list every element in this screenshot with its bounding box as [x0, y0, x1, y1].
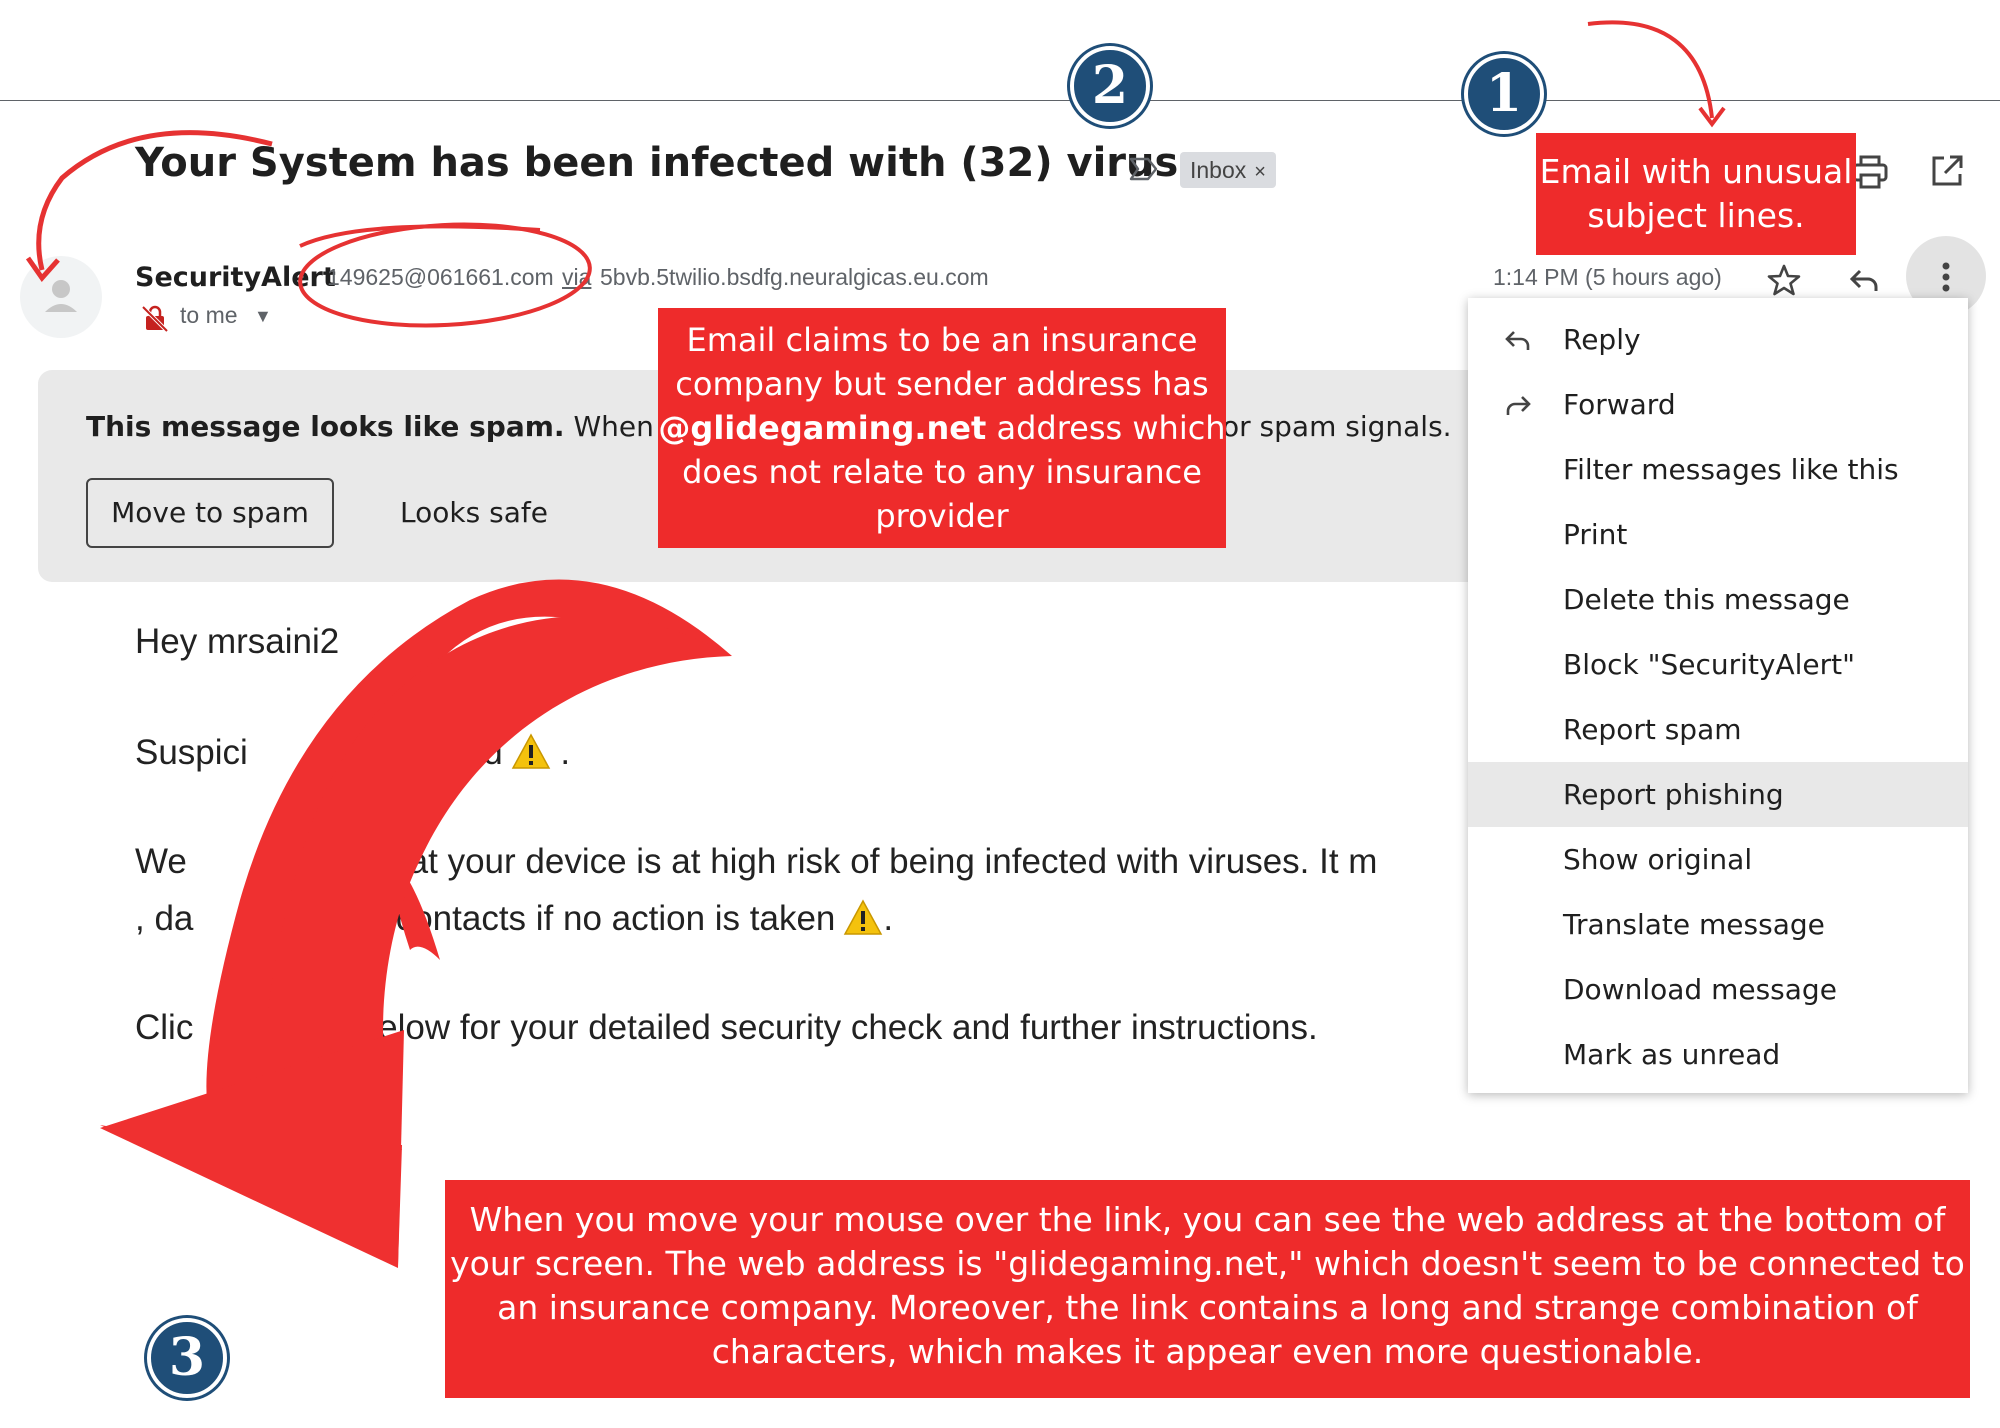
email-timestamp: 1:14 PM (5 hours ago): [1493, 264, 1722, 290]
warning-icon: [511, 733, 550, 769]
menu-item-label: Report phishing: [1563, 778, 1784, 811]
step-badge-1: 1: [1464, 54, 1544, 134]
chevron-down-icon[interactable]: ▼: [254, 306, 272, 327]
step-badge-3: 3: [147, 1318, 227, 1398]
more-vert-icon: [1942, 262, 1950, 292]
sender-email-address: 149625@061661.com: [327, 264, 554, 290]
annotation-note-sender-highlight: @glidegaming.net: [658, 409, 987, 447]
curved-arrow-to-note-1: [1587, 20, 1714, 119]
menu-item-mark-unread[interactable]: Mark as unread: [1468, 1022, 1968, 1087]
forward-icon: [1506, 396, 1531, 415]
reply-icon[interactable]: [1846, 262, 1882, 298]
menu-item-report-phishing[interactable]: Report phishing: [1468, 762, 1968, 827]
menu-item-report-spam[interactable]: Report spam: [1468, 697, 1968, 762]
move-to-spam-button[interactable]: Move to spam: [86, 478, 334, 548]
menu-item-label: Report spam: [1563, 713, 1742, 746]
menu-item-label: Translate message: [1563, 908, 1825, 941]
spam-warning-bold: This message looks like spam.: [86, 410, 565, 443]
menu-item-label: Reply: [1563, 323, 1641, 356]
menu-item-translate[interactable]: Translate message: [1468, 892, 1968, 957]
open-in-new-window-icon[interactable]: [1928, 152, 1966, 190]
annotation-note-subject: Email with unusual subject lines.: [1536, 133, 1856, 255]
body-line-1-end: .: [560, 733, 571, 772]
menu-item-label: Download message: [1563, 973, 1837, 1006]
inbox-label-text: Inbox: [1190, 157, 1247, 183]
importance-marker-icon[interactable]: [1128, 153, 1160, 185]
arrowhead-note-1: [1698, 106, 1726, 128]
menu-item-reply[interactable]: Reply: [1468, 307, 1968, 372]
body-line-3-end: .: [883, 899, 894, 938]
menu-item-label: Print: [1563, 518, 1628, 551]
toolbar-divider: [0, 100, 2000, 101]
via-domain: 5bvb.5twilio.bsdfg.neuralgicas.eu.com: [600, 264, 989, 290]
remove-label-icon[interactable]: ×: [1254, 161, 1266, 183]
annotation-note-sender: Email claims to be an insurance company …: [658, 308, 1226, 548]
print-icon[interactable]: [1850, 152, 1890, 192]
menu-item-filter[interactable]: Filter messages like this: [1468, 437, 1968, 502]
spam-warning-tail: or spam signals.: [1222, 410, 1452, 443]
sender-name: SecurityAlert: [135, 262, 336, 293]
step-badge-2: 2: [1070, 46, 1150, 126]
reply-icon: [1505, 331, 1530, 350]
menu-item-label: Forward: [1563, 388, 1676, 421]
menu-item-label: Block "SecurityAlert": [1563, 648, 1856, 681]
looks-safe-button[interactable]: Looks safe: [384, 478, 564, 548]
body-line-1: Suspici usDetected .: [135, 732, 570, 773]
sender-address-circle-tail: [299, 224, 541, 248]
body-line-1-text: Suspici usDetected: [135, 733, 503, 772]
body-line-4: Clic ou elow for your detailed security …: [135, 1008, 1318, 1047]
menu-item-block-sender[interactable]: Block "SecurityAlert": [1468, 632, 1968, 697]
recipient-details[interactable]: to me: [180, 302, 238, 329]
body-line-3-text: , da tos and contacts if no action is ta…: [135, 899, 836, 938]
large-curved-arrowhead: [100, 1030, 404, 1268]
not-encrypted-icon[interactable]: [140, 304, 170, 334]
menu-item-label: Mark as unread: [1563, 1038, 1781, 1071]
body-line-3: , da tos and contacts if no action is ta…: [135, 898, 893, 939]
menu-item-label: Show original: [1563, 843, 1753, 876]
menu-item-forward[interactable]: Forward: [1468, 372, 1968, 437]
sender-avatar[interactable]: [20, 256, 102, 338]
menu-item-print[interactable]: Print: [1468, 502, 1968, 567]
default-avatar-icon: [45, 280, 77, 312]
menu-item-show-original[interactable]: Show original: [1468, 827, 1968, 892]
greeting-line: Hey mrsaini2: [135, 622, 340, 661]
large-curved-arrow-body: [265, 615, 732, 1150]
more-options-menu: Reply Forward Filter messages like this …: [1468, 298, 1968, 1093]
email-subject: Your System has been infected with (32) …: [135, 140, 1230, 186]
body-line-2: We etected that your device is at high r…: [135, 842, 1378, 881]
menu-item-delete[interactable]: Delete this message: [1468, 567, 1968, 632]
inbox-label-chip[interactable]: Inbox ×: [1180, 152, 1276, 188]
menu-item-label: Filter messages like this: [1563, 453, 1899, 486]
via-link[interactable]: via: [562, 264, 591, 291]
annotation-note-link: When you move your mouse over the link, …: [445, 1180, 1970, 1398]
annotation-note-sender-part-a: Email claims to be an insurance company …: [675, 321, 1209, 403]
star-icon[interactable]: [1766, 262, 1802, 298]
menu-item-label: Delete this message: [1563, 583, 1850, 616]
menu-item-download[interactable]: Download message: [1468, 957, 1968, 1022]
warning-icon: [844, 899, 883, 935]
